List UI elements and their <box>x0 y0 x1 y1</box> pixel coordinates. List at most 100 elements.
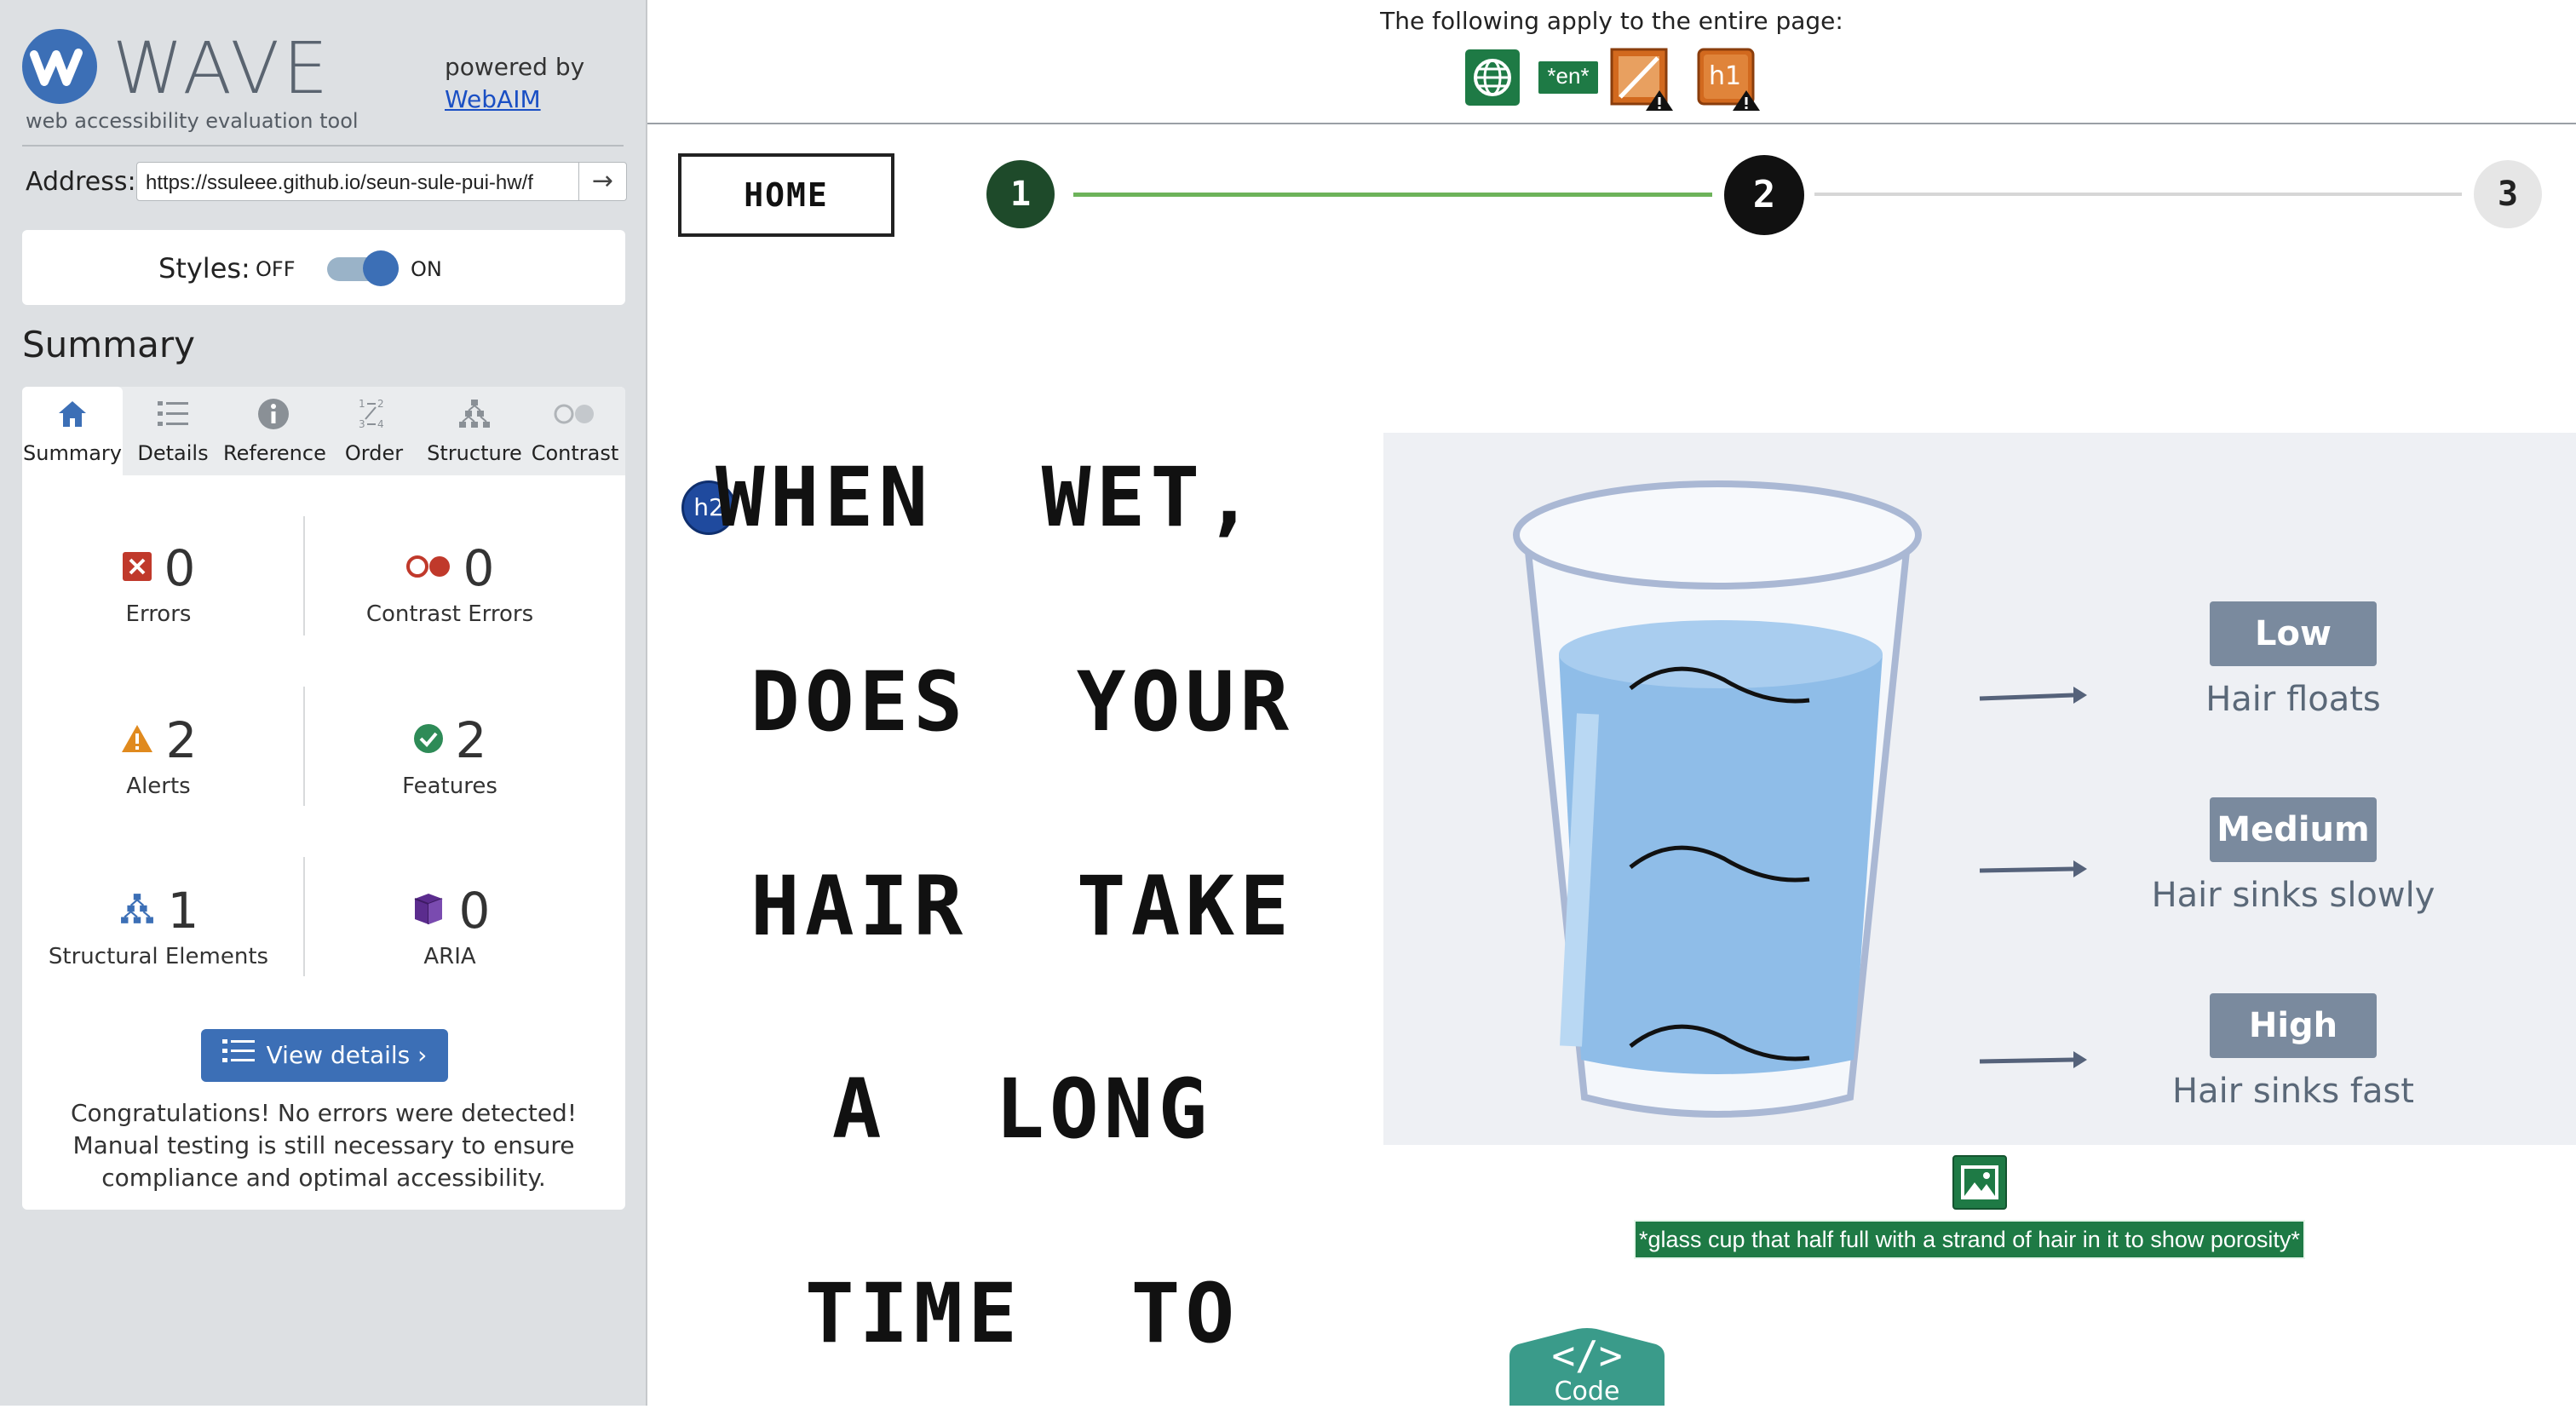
webaim-link[interactable]: WebAIM <box>445 83 584 116</box>
list-icon <box>221 1030 255 1083</box>
stat-contrast-errors[interactable]: 0 Contrast Errors <box>313 538 586 627</box>
alerts-label: Alerts <box>126 774 191 799</box>
tab-structure[interactable]: Structure <box>424 387 525 475</box>
step-2-current[interactable]: 2 <box>1724 155 1804 235</box>
svg-text:4: 4 <box>377 418 384 430</box>
alert-icon <box>120 723 154 757</box>
order-icon: 1234 <box>324 397 424 431</box>
home-button[interactable]: HOME <box>678 153 894 237</box>
code-toggle-button[interactable]: </> Code <box>1509 1327 1665 1406</box>
styles-on-label: ON <box>411 257 442 281</box>
code-label: Code <box>1554 1377 1620 1406</box>
aria-label: ARIA <box>423 944 476 969</box>
missing-first-level-heading-alert-icon[interactable]: h1 <box>1697 48 1762 112</box>
heading-line: WHEN WET, <box>716 450 1259 545</box>
porosity-illustration <box>1383 433 2576 1145</box>
address-input[interactable]: https://ssuleee.github.io/seun-sule-pui-… <box>136 162 579 201</box>
contrast-errors-label: Contrast Errors <box>365 601 534 627</box>
address-go-button[interactable]: → <box>579 162 627 201</box>
aria-count: 0 <box>458 882 491 940</box>
porosity-desc: Hair sinks fast <box>2171 1072 2414 1111</box>
porosity-level-badge: Medium <box>2210 797 2377 862</box>
page-level-bar: The following apply to the entire page: … <box>647 0 2576 124</box>
powered-by: powered by WebAIM <box>445 51 584 116</box>
list-icon <box>123 397 223 431</box>
heading-line: DOES YOUR <box>750 654 1294 750</box>
porosity-desc: Hair sinks slowly <box>2151 876 2435 915</box>
wave-sidebar: WAVE web accessibility evaluation tool p… <box>0 0 647 1406</box>
divider <box>22 145 624 147</box>
aria-cube-icon <box>410 890 447 931</box>
stat-errors[interactable]: 0 Errors <box>22 538 295 627</box>
step-1[interactable]: 1 <box>986 160 1055 228</box>
view-details-label: View details › <box>266 1041 428 1069</box>
lang-en-icon[interactable]: *en* <box>1538 61 1598 94</box>
tab-label: Order <box>344 441 404 465</box>
features-label: Features <box>402 774 497 799</box>
language-globe-icon[interactable] <box>1465 49 1520 106</box>
heading-line: HAIR TAKE <box>750 859 1294 954</box>
heading-line: TIME TO <box>804 1266 1240 1361</box>
glass-of-water-image <box>1513 480 2087 1118</box>
porosity-level-badge: Low <box>2210 601 2377 666</box>
contrast-error-icon <box>405 555 451 582</box>
progress-line-complete <box>1073 193 1712 197</box>
heading-line: A LONG <box>831 1061 1213 1157</box>
tab-summary[interactable]: Summary <box>22 387 123 475</box>
tab-label: Structure <box>427 441 522 465</box>
svg-text:3: 3 <box>359 418 365 430</box>
page-level-text: The following apply to the entire page: <box>1380 7 1843 35</box>
arrow-right-icon: → <box>591 166 614 196</box>
styles-toggle-box: Styles: OFF ON <box>22 230 625 305</box>
feature-check-icon <box>413 723 444 757</box>
divider <box>303 857 305 976</box>
alt-text-label: *glass cup that half full with a strand … <box>1634 1220 2305 1259</box>
divider <box>303 516 305 635</box>
tab-reference[interactable]: Reference <box>223 387 326 475</box>
structural-count: 1 <box>167 882 199 940</box>
styles-off-label: OFF <box>256 257 296 281</box>
svg-text:2: 2 <box>377 398 384 410</box>
divider <box>303 687 305 806</box>
alt-text-image-icon[interactable] <box>1952 1155 2007 1210</box>
contrast-icon <box>525 397 625 431</box>
view-details-button[interactable]: View details › <box>201 1029 448 1082</box>
summary-heading: Summary <box>22 324 195 365</box>
errors-label: Errors <box>125 601 192 627</box>
tab-contrast[interactable]: Contrast <box>525 387 625 475</box>
home-icon <box>22 397 123 431</box>
info-icon <box>223 397 324 431</box>
stat-alerts[interactable]: 2 Alerts <box>22 710 295 799</box>
stat-features[interactable]: 2 Features <box>313 710 586 799</box>
error-icon <box>122 551 152 585</box>
step-3[interactable]: 3 <box>2474 160 2542 228</box>
stat-structural-elements[interactable]: 1 Structural Elements <box>22 881 295 969</box>
address-label: Address: <box>26 167 136 197</box>
no-heading-structure-alert-icon[interactable] <box>1610 48 1675 112</box>
stat-aria[interactable]: 0 ARIA <box>313 881 586 969</box>
tab-order[interactable]: 1234 Order <box>324 387 424 475</box>
powered-by-text: powered by <box>445 53 585 81</box>
structural-label: Structural Elements <box>48 944 269 969</box>
progress-line-remaining <box>1814 193 2462 196</box>
tab-details[interactable]: Details <box>123 387 223 475</box>
structure-icon <box>118 892 156 929</box>
wave-logo[interactable]: WAVE web accessibility evaluation tool p… <box>20 26 625 136</box>
porosity-level-badge: High <box>2210 993 2377 1058</box>
alerts-count: 2 <box>165 711 198 769</box>
svg-text:1: 1 <box>359 398 365 410</box>
structure-icon <box>424 397 525 431</box>
congrats-message: Congratulations! No errors were detected… <box>70 1099 578 1192</box>
code-icon: </> <box>1551 1332 1623 1378</box>
lang-en-label: *en* <box>1547 63 1590 89</box>
wave-brand: WAVE <box>112 26 332 110</box>
wave-logo-icon <box>22 29 97 104</box>
styles-toggle-knob[interactable] <box>363 250 399 286</box>
tab-label: Summary <box>23 441 122 465</box>
summary-panel: Summary Details Reference 1234 Order Str… <box>22 387 625 1210</box>
features-count: 2 <box>455 711 487 769</box>
porosity-desc: Hair floats <box>2205 680 2381 719</box>
tab-label: Details <box>137 441 209 465</box>
errors-count: 0 <box>164 539 196 597</box>
address-bar: Address: https://ssuleee.github.io/seun-… <box>26 162 627 203</box>
